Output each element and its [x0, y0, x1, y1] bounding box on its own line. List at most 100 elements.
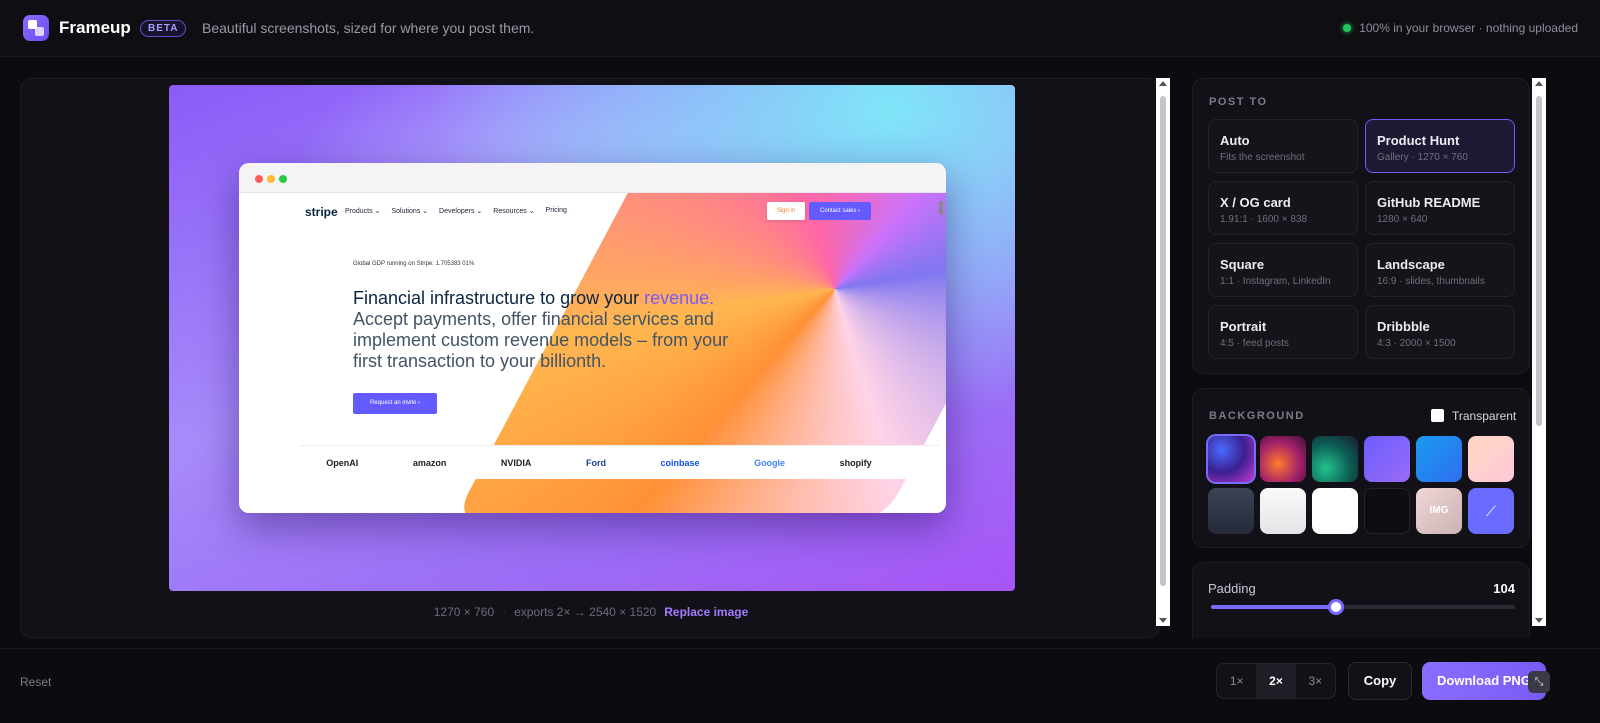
- preset-sub: 1:1 · Instagram, LinkedIn: [1220, 276, 1331, 287]
- preview-canvas: stripe Products ⌄ Solutions ⌄ Developers…: [169, 85, 1015, 591]
- site-logo-strip: OpenAI amazon NVIDIA Ford coinbase Googl…: [299, 445, 939, 479]
- preset-sub: 4:3 · 2000 × 1500: [1377, 338, 1456, 349]
- swatch-white[interactable]: [1312, 488, 1358, 534]
- scroll-up-icon[interactable]: [1535, 81, 1543, 86]
- background-section: BACKGROUND Transparent IMG ⟋: [1192, 388, 1530, 548]
- scroll-thumb[interactable]: [1160, 96, 1166, 586]
- swatch-violet[interactable]: [1364, 436, 1410, 482]
- swatch-sunset[interactable]: [1260, 436, 1306, 482]
- site-nav-item: Resources ⌄: [493, 208, 535, 215]
- settings-sidebar: POST TO Auto Fits the screenshot Product …: [1192, 78, 1530, 638]
- preset-portrait[interactable]: Portrait 4:5 · feed posts: [1208, 305, 1358, 359]
- site-cta: Request an invite ›: [353, 393, 437, 414]
- padding-slider[interactable]: [1211, 599, 1515, 615]
- preset-sub: Fits the screenshot: [1220, 152, 1305, 163]
- preset-sub: 1280 × 640: [1377, 214, 1428, 225]
- swatch-slate[interactable]: [1208, 488, 1254, 534]
- sidebar-scrollbar[interactable]: [1532, 78, 1546, 626]
- swatch-aurora[interactable]: [1208, 436, 1254, 482]
- preset-sub: 1.91:1 · 1600 × 838: [1220, 214, 1308, 225]
- preset-landscape[interactable]: Landscape 16:9 · slides, thumbnails: [1365, 243, 1515, 297]
- swatch-light[interactable]: [1260, 488, 1306, 534]
- site-nav-item: Solutions ⌄: [391, 208, 429, 215]
- privacy-text: 100% in your browser · nothing uploaded: [1359, 21, 1578, 35]
- preset-product-hunt[interactable]: Product Hunt Gallery · 1270 × 760: [1365, 119, 1515, 173]
- status-dot-icon: [1343, 24, 1352, 32]
- transparent-checkbox[interactable]: [1431, 409, 1444, 422]
- preset-sub: 16:9 · slides, thumbnails: [1377, 276, 1485, 287]
- swatch-custom-color[interactable]: ⟋: [1468, 488, 1514, 534]
- preset-github-readme[interactable]: GitHub README 1280 × 640: [1365, 181, 1515, 235]
- padding-label: Padding: [1208, 581, 1256, 596]
- scale-3x-button[interactable]: 3×: [1296, 664, 1335, 698]
- copy-button[interactable]: Copy: [1348, 662, 1412, 700]
- preview-panel: stripe Products ⌄ Solutions ⌄ Developers…: [20, 78, 1160, 638]
- screenshot-content: stripe Products ⌄ Solutions ⌄ Developers…: [239, 193, 946, 513]
- preset-title: X / OG card: [1220, 195, 1291, 210]
- site-logo: stripe: [305, 205, 338, 219]
- hero-main-text: Financial infrastructure to grow your: [353, 288, 645, 308]
- swatch-ocean[interactable]: [1416, 436, 1462, 482]
- preset-dribbble[interactable]: Dribbble 4:3 · 2000 × 1500: [1365, 305, 1515, 359]
- scale-2x-button[interactable]: 2×: [1256, 664, 1296, 698]
- site-nav-item: Products ⌄: [345, 208, 381, 215]
- swatch-image[interactable]: IMG: [1416, 488, 1462, 534]
- preview-scrollbar[interactable]: [1156, 78, 1170, 626]
- preset-sub: Gallery · 1270 × 760: [1377, 152, 1468, 163]
- browser-chrome: [239, 163, 946, 193]
- partner-logo: shopify: [839, 457, 872, 468]
- post-to-section: POST TO Auto Fits the screenshot Product …: [1192, 78, 1530, 374]
- partner-logo: amazon: [412, 457, 447, 468]
- close-dot-icon: [255, 175, 263, 183]
- preset-sub: 4:5 · feed posts: [1220, 338, 1289, 349]
- frameup-logo-icon: [23, 15, 49, 41]
- section-title: POST TO: [1209, 96, 1268, 108]
- preset-title: Auto: [1220, 133, 1250, 148]
- replace-image-link[interactable]: Replace image: [664, 605, 748, 619]
- preset-title: Landscape: [1377, 257, 1445, 272]
- preset-title: Portrait: [1220, 319, 1267, 334]
- padding-section: Padding 104: [1192, 562, 1530, 638]
- swatch-black[interactable]: [1364, 488, 1410, 534]
- site-hero-heading: Financial infrastructure to grow your re…: [353, 288, 733, 372]
- swatch-peach[interactable]: [1468, 436, 1514, 482]
- scroll-down-icon[interactable]: [1535, 618, 1543, 623]
- preset-title: GitHub README: [1377, 195, 1481, 210]
- preset-title: Product Hunt: [1377, 133, 1460, 148]
- scroll-up-icon[interactable]: [1159, 81, 1167, 86]
- hero-sub-text: Accept payments, offer financial service…: [353, 309, 729, 371]
- transparent-label: Transparent: [1452, 409, 1517, 423]
- bottom-bar: Reset 1× 2× 3× Copy Download PNG ⤡: [0, 648, 1600, 723]
- partner-logo: NVIDIA: [500, 457, 532, 468]
- preset-auto[interactable]: Auto Fits the screenshot: [1208, 119, 1358, 173]
- scroll-thumb[interactable]: [1536, 96, 1542, 426]
- scroll-down-icon[interactable]: [1159, 618, 1167, 623]
- maximize-dot-icon: [279, 175, 287, 183]
- export-scale-toggle: 1× 2× 3×: [1216, 663, 1336, 699]
- site-signin: Sign in: [767, 202, 805, 220]
- site-gdp-text: Global GDP running on Stripe: 1.705383 0…: [353, 261, 475, 267]
- minimize-dot-icon: [267, 175, 275, 183]
- page-scrollbar: [939, 201, 943, 215]
- reset-button[interactable]: Reset: [20, 675, 51, 689]
- preview-meta: 1270 × 760 · exports 2× → 2540 × 1520 Repla…: [433, 605, 749, 619]
- hero-accent-text: revenue.: [644, 288, 715, 308]
- site-contact: Contact sales ›: [809, 202, 871, 220]
- scale-1x-button[interactable]: 1×: [1217, 664, 1256, 698]
- export-info: exports 2× → 2540 × 1520: [514, 605, 657, 619]
- padding-slider-fill: [1211, 605, 1336, 609]
- tagline: Beautiful screenshots, sized for where y…: [202, 20, 535, 36]
- partner-logo: Google: [754, 457, 786, 468]
- site-nav-item: Developers ⌄: [439, 208, 483, 215]
- beta-badge: BETA: [140, 20, 187, 37]
- preset-square[interactable]: Square 1:1 · Instagram, LinkedIn: [1208, 243, 1358, 297]
- collapse-icon[interactable]: ⤡: [1528, 671, 1550, 693]
- partner-logo: coinbase: [660, 457, 700, 468]
- preset-x-og[interactable]: X / OG card 1.91:1 · 1600 × 838: [1208, 181, 1358, 235]
- padding-slider-handle[interactable]: [1327, 599, 1344, 615]
- top-bar: Frameup BETA Beautiful screenshots, size…: [0, 0, 1600, 57]
- swatch-emerald[interactable]: [1312, 436, 1358, 482]
- partner-logo: Ford: [585, 457, 606, 468]
- browser-frame: stripe Products ⌄ Solutions ⌄ Developers…: [239, 163, 946, 513]
- site-nav-item: Pricing: [545, 207, 567, 214]
